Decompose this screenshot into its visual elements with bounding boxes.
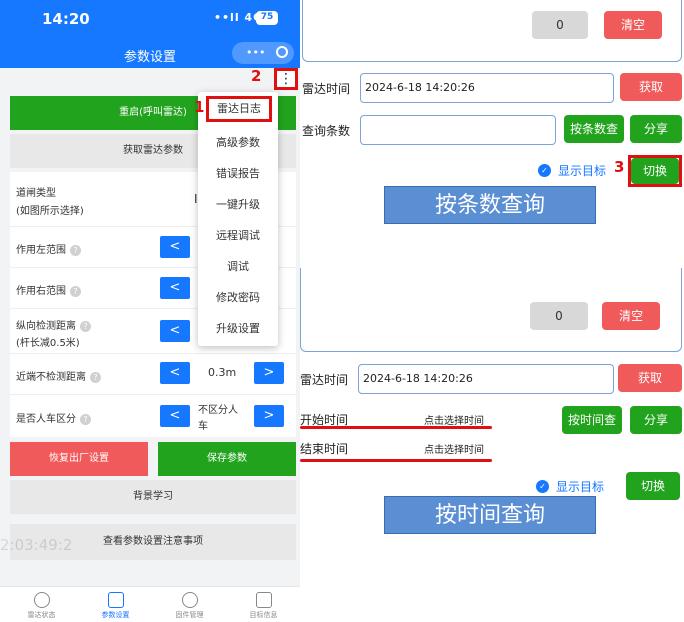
bottom-tab-bar: 雷达状态 参数设置 固件管理 目标信息 <box>0 586 300 622</box>
radar-time-label: 雷达时间 <box>302 82 351 96</box>
near-distance-row: 近端不检测距离? < 0.3m > <box>10 354 296 394</box>
start-time-picker[interactable]: 点击选择时间 <box>424 412 484 427</box>
save-params-button[interactable]: 保存参数 <box>158 442 296 476</box>
start-time-underline <box>300 426 492 429</box>
gate-type-label: 道闸类型 <box>16 188 56 199</box>
switch-button[interactable]: 切换 <box>626 472 680 500</box>
person-car-label: 是否人车区分? <box>16 410 91 425</box>
background-learning-button[interactable]: 背景学习 <box>10 480 296 514</box>
help-icon[interactable]: ? <box>90 371 101 383</box>
timestamp-watermark: 2:03:49:2 <box>0 536 73 554</box>
person-car-decrease-button[interactable]: < <box>160 405 190 427</box>
tab-target-info[interactable]: 目标信息 <box>226 592 300 620</box>
menu-item-one-click-upgrade[interactable]: 一键升级 <box>198 196 278 212</box>
more-menu-button[interactable]: ⋮ <box>274 68 298 90</box>
help-icon[interactable]: ? <box>80 413 91 425</box>
radar-time-field[interactable]: 2024-6-18 14:20:26 <box>360 73 614 103</box>
time-query-banner: 按时间查询 <box>384 496 596 534</box>
end-time-underline <box>300 459 492 462</box>
query-count-input[interactable] <box>360 115 556 145</box>
left-range-decrease-button[interactable]: < <box>160 236 190 258</box>
menu-item-error-report[interactable]: 错误报告 <box>198 165 278 181</box>
battery-icon: 75 <box>256 11 278 25</box>
query-count-label: 查询条数 <box>302 124 351 138</box>
menu-item-upgrade-settings[interactable]: 升级设置 <box>198 320 278 336</box>
person-car-value-line2: 车 <box>198 421 208 432</box>
more-dropdown-menu: 雷达日志 高级参数 错误报告 一键升级 远程调试 调试 修改密码 升级设置 <box>198 92 278 346</box>
person-car-row: 是否人车区分? < 不区分人 车 > <box>10 395 296 437</box>
person-car-value-line1: 不区分人 <box>198 405 238 416</box>
menu-item-remote-debug[interactable]: 远程调试 <box>198 227 278 243</box>
share-button[interactable]: 分享 <box>630 406 682 434</box>
log-count-display: 0 <box>530 302 588 330</box>
show-target-label: 显示目标 <box>556 480 605 494</box>
gate-type-value[interactable]: I <box>194 192 198 206</box>
factory-reset-button[interactable]: 恢复出厂设置 <box>10 442 148 476</box>
query-by-time-button[interactable]: 按时间查 <box>562 406 622 434</box>
get-time-button[interactable]: 获取 <box>618 364 682 392</box>
vertical-distance-decrease-button[interactable]: < <box>160 320 190 342</box>
radar-time-label: 雷达时间 <box>300 373 349 387</box>
help-icon[interactable]: ? <box>70 285 81 297</box>
help-icon[interactable]: ? <box>70 244 81 256</box>
tab-param-settings[interactable]: 参数设置 <box>78 592 153 620</box>
clear-button[interactable]: 清空 <box>604 11 662 39</box>
clear-button[interactable]: 清空 <box>602 302 660 330</box>
log-count-display: 0 <box>532 11 588 39</box>
count-query-banner: 按条数查询 <box>384 186 596 224</box>
near-distance-decrease-button[interactable]: < <box>160 362 190 384</box>
near-distance-increase-button[interactable]: > <box>254 362 284 384</box>
share-button[interactable]: 分享 <box>630 115 682 143</box>
show-target-label: 显示目标 <box>558 164 607 178</box>
count-query-panel: 0 清空 雷达时间 2024-6-18 14:20:26 获取 查询条数 按条数… <box>300 0 684 270</box>
time-query-panel: 0 清空 雷达时间 2024-6-18 14:20:26 获取 开始时间 点击选… <box>300 268 684 622</box>
settings-list-icon <box>107 592 124 608</box>
query-by-count-button[interactable]: 按条数查 <box>564 115 624 143</box>
menu-item-change-password[interactable]: 修改密码 <box>198 289 278 305</box>
get-time-button[interactable]: 获取 <box>620 73 682 101</box>
menu-item-advanced-params[interactable]: 高级参数 <box>198 134 278 150</box>
annotation-number-3: 3 <box>614 158 625 176</box>
menu-item-radar-log[interactable]: 雷达日志 <box>206 96 272 122</box>
switch-button[interactable]: 切换 <box>631 158 679 184</box>
right-range-decrease-button[interactable]: < <box>160 277 190 299</box>
upload-icon <box>181 592 198 608</box>
message-icon <box>255 592 272 608</box>
show-target-checkbox[interactable]: ✓ <box>538 164 551 177</box>
status-time: 14:20 <box>42 10 90 28</box>
phone-screen: 14:20 ••ll 4G 75 参数设置 ••• 2 ⋮ 重启(呼叫雷达) 获… <box>0 0 300 622</box>
tab-firmware[interactable]: 固件管理 <box>152 592 227 620</box>
annotation-number-2: 2 <box>251 67 262 85</box>
left-range-label: 作用左范围? <box>16 241 81 256</box>
vertical-distance-hint: (杆长减0.5米) <box>16 338 80 349</box>
end-time-picker[interactable]: 点击选择时间 <box>424 441 484 456</box>
vertical-distance-label: 纵向检测距离? <box>16 317 91 332</box>
annotation-number-1: 1 <box>194 98 205 116</box>
gate-type-hint: (如图所示选择) <box>16 206 84 217</box>
radar-time-field[interactable]: 2024-6-18 14:20:26 <box>358 364 614 394</box>
help-icon[interactable]: ? <box>80 320 91 332</box>
right-range-label: 作用右范围? <box>16 282 81 297</box>
tab-radar-status[interactable]: 雷达状态 <box>4 592 79 620</box>
menu-item-debug[interactable]: 调试 <box>198 258 278 274</box>
app-header: 14:20 ••ll 4G 75 参数设置 ••• <box>0 0 300 68</box>
person-car-increase-button[interactable]: > <box>254 405 284 427</box>
more-dots-icon[interactable]: ••• <box>246 42 265 64</box>
near-distance-label: 近端不检测距离? <box>16 368 101 383</box>
show-target-checkbox[interactable]: ✓ <box>536 480 549 493</box>
radar-icon <box>33 592 50 608</box>
near-distance-value: 0.3m <box>208 366 237 379</box>
end-time-label: 结束时间 <box>300 442 349 456</box>
close-circle-icon[interactable] <box>276 46 288 58</box>
